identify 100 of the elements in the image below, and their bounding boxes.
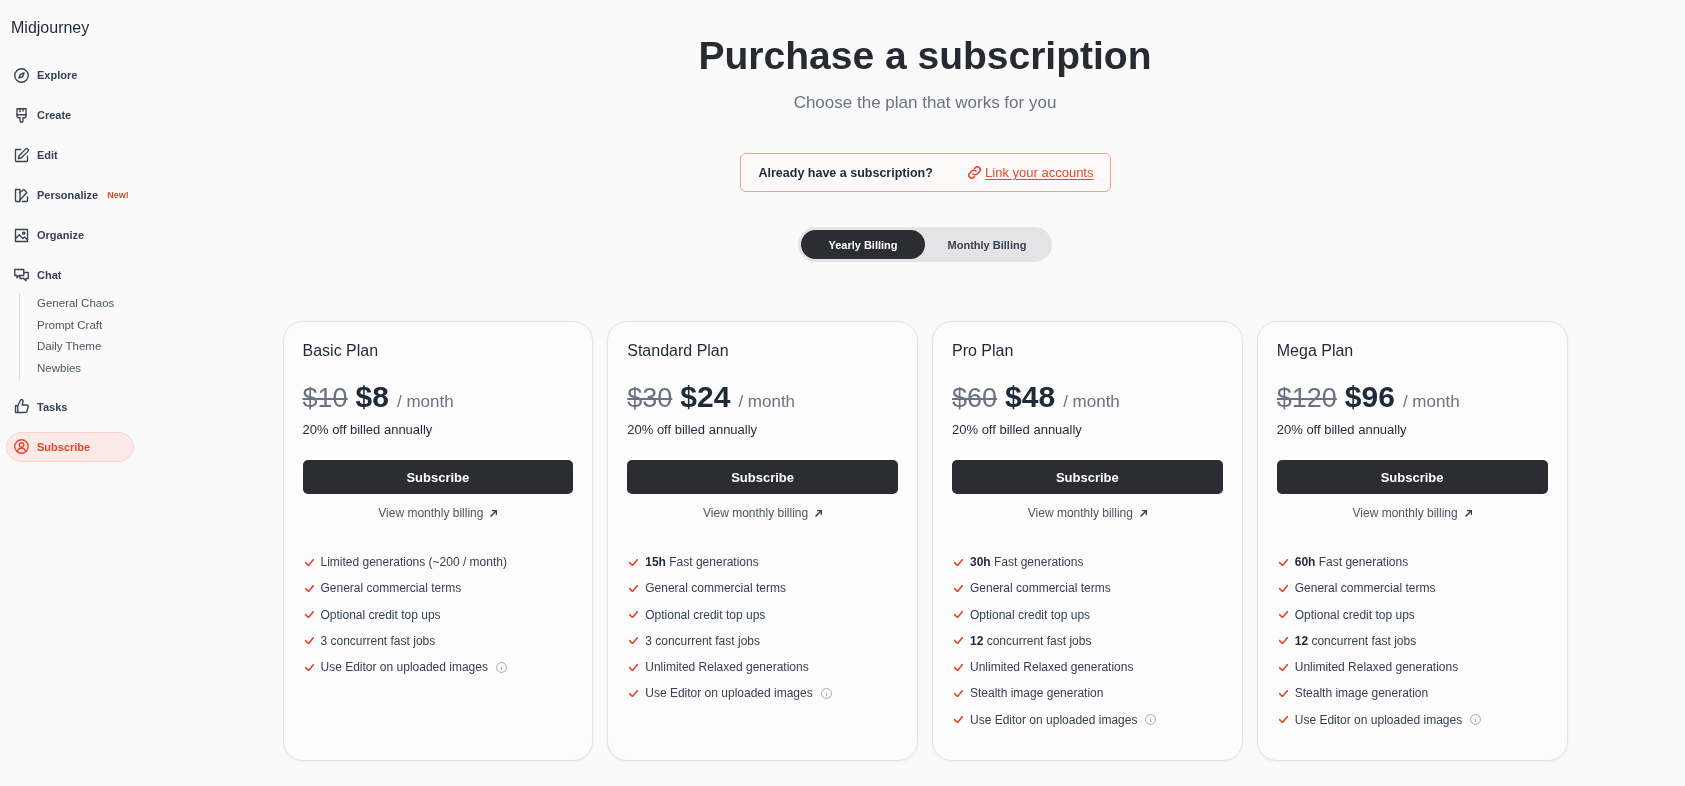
sidebar-item[interactable]: Chat — [6, 260, 71, 290]
subscribe-button[interactable]: Subscribe — [627, 460, 898, 494]
subscribe-button[interactable]: Subscribe — [1276, 460, 1548, 494]
arrow-icon — [1464, 509, 1472, 517]
sidebar-item[interactable]: Organize — [6, 220, 94, 250]
old-price: $10 — [302, 383, 348, 414]
check-icon — [954, 611, 963, 619]
chat-icon — [14, 267, 29, 283]
plan-price: $24 — [680, 380, 731, 414]
check-icon — [954, 690, 963, 697]
discount-note: 20% off billed annually — [952, 421, 1082, 439]
feature-text: Unlimited Relaxed generations — [645, 660, 809, 675]
feature-text: Unlimited Relaxed generations — [1294, 660, 1459, 675]
check-icon — [304, 584, 314, 592]
check-icon — [304, 663, 314, 671]
price-period: / month — [396, 392, 454, 412]
page-title: Purchase a subscription — [698, 33, 1152, 79]
feature-text: General commercial terms — [970, 581, 1111, 596]
feature-text: Optional credit top ups — [1294, 607, 1415, 622]
check-icon — [629, 663, 639, 671]
feature-text: Use Editor on uploaded images — [645, 686, 813, 701]
edit-icon — [14, 147, 29, 163]
swatch-icon — [14, 187, 29, 203]
check-icon — [629, 637, 639, 645]
check-icon — [629, 558, 639, 566]
feature-text: 12 concurrent fast jobs — [970, 633, 1092, 648]
check-icon — [954, 558, 963, 566]
page-subtitle: Choose the plan that works for you — [793, 93, 1057, 113]
plan-name: Mega Plan — [1276, 341, 1354, 361]
feature-text: Optional credit top ups — [320, 607, 441, 622]
sidebar-item[interactable]: Personalize — [6, 180, 108, 210]
banner-text: Already have a subscription? — [758, 165, 933, 180]
arrow-icon — [815, 509, 823, 517]
check-icon — [304, 611, 314, 619]
old-price: $120 — [1276, 383, 1337, 414]
feature-text: Unlimited Relaxed generations — [970, 660, 1134, 675]
new-label: New! — [107, 190, 129, 200]
check-icon — [304, 637, 314, 645]
feature-text: Optional credit top ups — [645, 607, 766, 622]
plan-price: $96 — [1344, 380, 1395, 414]
feature-text: Optional credit top ups — [970, 607, 1091, 622]
plan-price: $48 — [1005, 380, 1056, 414]
check-icon — [1278, 611, 1288, 619]
feature-text: Stealth image generation — [1294, 686, 1429, 701]
plan-price: $8 — [355, 380, 389, 414]
discount-note: 20% off billed annually — [627, 421, 758, 439]
billing-option[interactable]: Yearly Billing — [801, 230, 925, 259]
sidebar-item[interactable]: Create — [6, 100, 81, 130]
sidebar-item[interactable]: Tasks — [6, 391, 77, 422]
sidebar-item[interactable]: Explore — [6, 60, 87, 90]
feature-text: General commercial terms — [1294, 581, 1436, 596]
feature-text: Use Editor on uploaded images — [320, 660, 488, 675]
arrow-icon — [1139, 509, 1147, 517]
feature-text: 30h Fast generations — [970, 555, 1084, 569]
feature-text: 60h Fast generations — [1294, 555, 1409, 569]
link-accounts-link[interactable]: Link your accounts — [968, 165, 1094, 180]
feature-text: Use Editor on uploaded images — [970, 712, 1138, 727]
check-icon — [1278, 690, 1288, 697]
check-icon — [1278, 558, 1288, 566]
feature-text: Limited generations (~200 / month) — [320, 555, 507, 569]
check-icon — [1278, 663, 1288, 671]
thumbs-up-icon — [14, 399, 29, 415]
brand-name: Midjourney — [11, 18, 90, 38]
arrow-icon — [490, 509, 498, 517]
user-circle-icon — [14, 439, 29, 455]
sidebar-item[interactable]: Edit — [6, 140, 67, 170]
feature-text: General commercial terms — [320, 581, 462, 596]
feature-text: 12 concurrent fast jobs — [1294, 633, 1417, 648]
check-icon — [629, 584, 639, 592]
feature-text: 15h Fast generations — [645, 555, 759, 569]
feature-text: 3 concurrent fast jobs — [320, 633, 436, 648]
view-monthly-billing-link[interactable]: View monthly billing — [378, 505, 498, 521]
sidebar-subitem[interactable]: Daily Theme — [37, 336, 102, 359]
price-period: / month — [738, 392, 796, 412]
check-icon — [1278, 637, 1288, 645]
check-icon — [629, 690, 639, 697]
view-monthly-billing-link[interactable]: View monthly billing — [703, 505, 823, 521]
feature-text: General commercial terms — [645, 581, 786, 596]
sidebar-subitem[interactable]: Newbies — [37, 358, 82, 380]
check-icon — [954, 716, 963, 724]
view-monthly-billing-link[interactable]: View monthly billing — [1027, 505, 1147, 521]
old-price: $60 — [952, 383, 998, 414]
subscribe-button[interactable]: Subscribe — [302, 460, 574, 494]
brush-icon — [14, 107, 29, 123]
discount-note: 20% off billed annually — [1276, 421, 1407, 439]
link-icon — [968, 166, 982, 179]
check-icon — [1278, 584, 1288, 592]
feature-text: 3 concurrent fast jobs — [645, 633, 760, 648]
image-icon — [14, 227, 29, 243]
price-period: / month — [1402, 392, 1460, 412]
plan-name: Standard Plan — [627, 341, 729, 361]
price-period: / month — [1063, 392, 1120, 412]
compass-icon — [14, 67, 29, 83]
view-monthly-billing-link[interactable]: View monthly billing — [1352, 505, 1472, 521]
sidebar-subitem[interactable]: Prompt Craft — [37, 314, 103, 337]
check-icon — [954, 663, 963, 671]
subscribe-button[interactable]: Subscribe — [952, 460, 1223, 494]
billing-option[interactable]: Monthly Billing — [925, 230, 1049, 259]
sidebar-subitem[interactable]: General Chaos — [37, 293, 115, 315]
check-icon — [954, 637, 963, 645]
